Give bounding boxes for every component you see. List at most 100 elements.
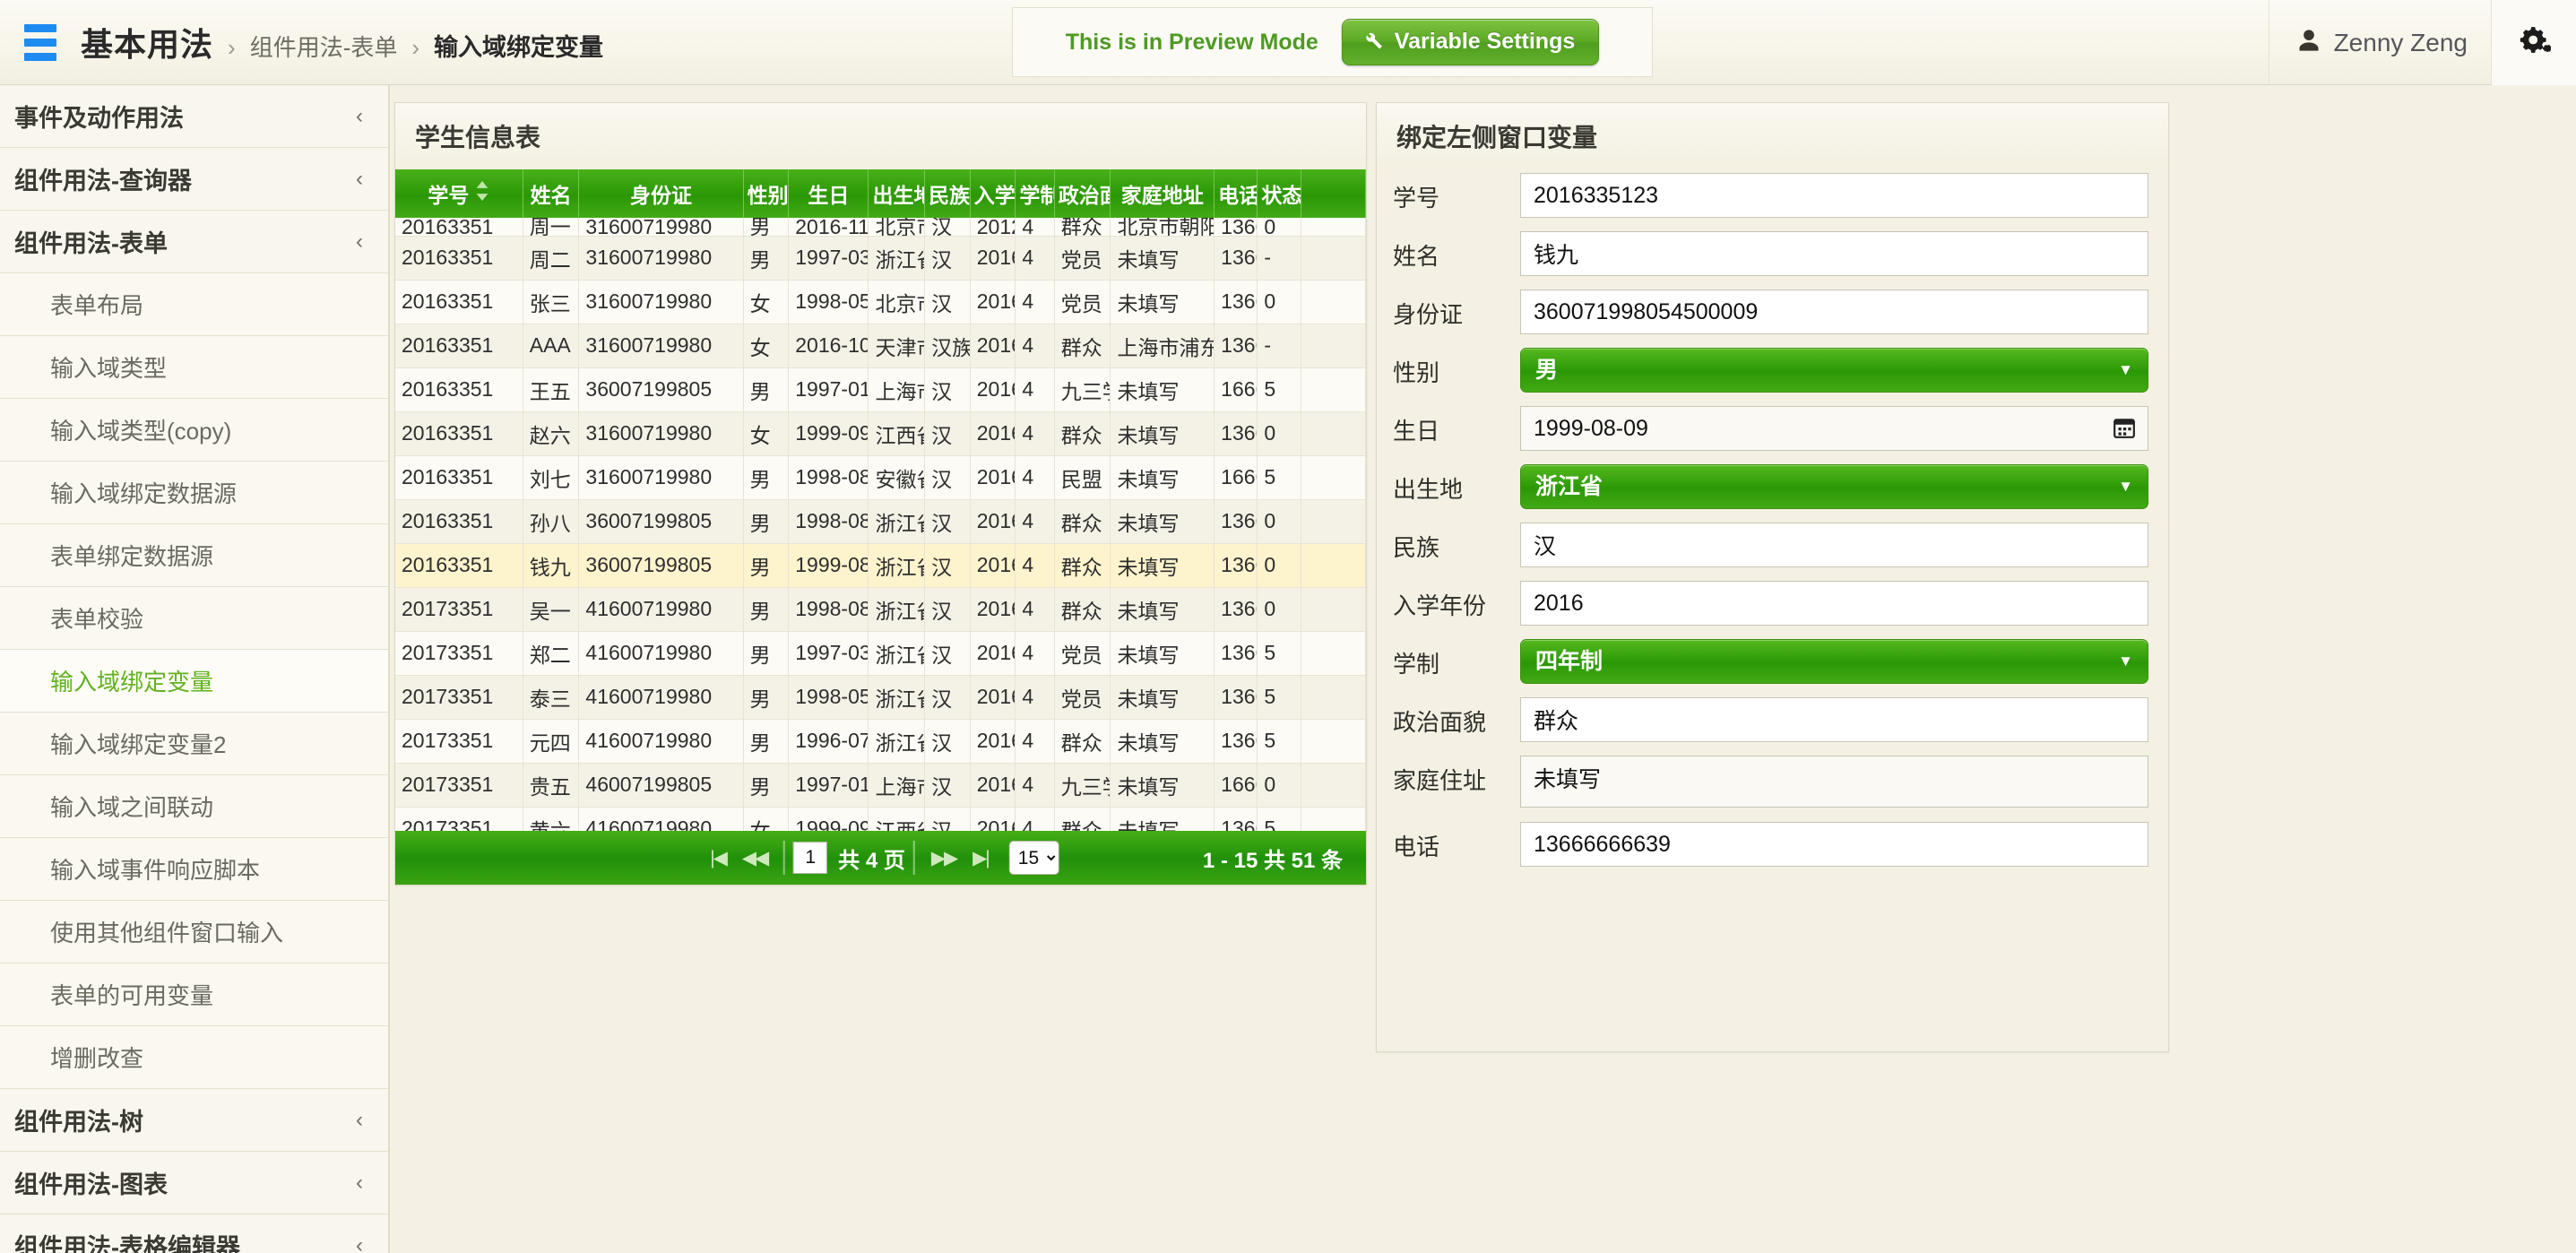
table-row[interactable]: 20163351王五36007199805男1997-01上海市汉20164九三… xyxy=(395,367,1366,411)
table-cell: 浙江省 xyxy=(869,631,925,675)
sidebar-item-label: 表单布局 xyxy=(50,288,143,321)
table-col-header-7[interactable]: 入学年 xyxy=(970,169,1016,218)
variable-settings-button[interactable]: Variable Settings xyxy=(1342,19,1599,65)
table-pagination-bar[interactable]: |◀ ◀◀ 共 4 页 ▶▶ ▶| 15 1 - 15 共 51 条 xyxy=(395,831,1366,885)
table-row[interactable]: 20173351泰三41600719980男1998-05浙江省汉20164党员… xyxy=(395,675,1366,719)
bound-variable-form-panel: 绑定左侧窗口变量 学号姓名身份证性别男▼生日出生地浙江省▼民族入学年份学制四年制… xyxy=(1376,102,2169,1052)
table-cell: 5 xyxy=(1258,367,1301,411)
form-select-性别[interactable]: 男▼ xyxy=(1520,348,2148,393)
sidebar-group-1[interactable]: 组件用法-查询器‹ xyxy=(0,148,388,211)
form-input-姓名[interactable] xyxy=(1520,231,2148,276)
form-select-出生地[interactable]: 浙江省▼ xyxy=(1520,464,2148,509)
table-cell: 41600719980 xyxy=(579,631,743,675)
table-row[interactable]: 20173351郑二41600719980男1997-03浙江省汉20164党员… xyxy=(395,631,1366,675)
table-body[interactable]: 20163351周一31600719980男2016-11北京市汉20124群众… xyxy=(395,218,1366,851)
sidebar-item-15[interactable]: 增删改查 xyxy=(0,1026,388,1089)
table-cell: 0 xyxy=(1258,763,1301,807)
table-cell: 男 xyxy=(743,543,789,587)
table-col-header-1[interactable]: 姓名 xyxy=(523,169,579,218)
table-cell: 1366 xyxy=(1215,236,1258,280)
table-cell: 41600719980 xyxy=(579,719,743,763)
next-page-icon[interactable]: ▶▶ xyxy=(923,847,964,869)
prev-page-icon[interactable]: ◀◀ xyxy=(734,847,775,869)
table-cell-spacer xyxy=(1301,499,1365,543)
table-col-header-9[interactable]: 政治面 xyxy=(1054,169,1111,218)
table-row[interactable]: 20163351张三31600719980女1998-05北京市汉20164党员… xyxy=(395,280,1366,324)
table-row[interactable]: 20173351元四41600719980男1996-07浙江省汉20164群众… xyxy=(395,719,1366,763)
sort-arrows-icon[interactable] xyxy=(475,181,489,206)
table-row[interactable]: 20173351吴一41600719980男1998-08浙江省汉20164群众… xyxy=(395,587,1366,631)
sidebar-item-13[interactable]: 使用其他组件窗口输入 xyxy=(0,901,388,964)
sidebar-item-label: 输入域类型 xyxy=(50,350,167,384)
form-input-学号[interactable] xyxy=(1520,173,2148,218)
sidebar-item-7[interactable]: 表单绑定数据源 xyxy=(0,524,388,587)
sidebar-item-12[interactable]: 输入域事件响应脚本 xyxy=(0,838,388,901)
form-input-身份证[interactable] xyxy=(1520,289,2148,334)
sidebar-item-3[interactable]: 表单布局 xyxy=(0,273,388,336)
table-row[interactable]: 20163351赵六31600719980女1999-09江西省汉20164群众… xyxy=(395,411,1366,455)
table-cell: 上海市 xyxy=(869,367,925,411)
table-cell: 20173351 xyxy=(395,631,523,675)
breadcrumb-root[interactable]: 基本用法 xyxy=(81,19,213,65)
student-table-panel: 学生信息表 学号姓名身份证性别生日出生地民族入学年学制政治面家庭地址电话状态 2… xyxy=(394,102,1367,886)
sidebar-group-0[interactable]: 事件及动作用法‹ xyxy=(0,85,388,148)
form-field-label: 入学年份 xyxy=(1377,581,1520,631)
hamburger-menu-icon[interactable] xyxy=(13,0,68,85)
form-input-入学年份[interactable] xyxy=(1520,581,2148,626)
form-input-民族[interactable] xyxy=(1520,523,2148,567)
form-date-wrapper xyxy=(1520,406,2148,451)
table-col-header-4[interactable]: 生日 xyxy=(789,169,869,218)
page-number-input[interactable] xyxy=(793,842,827,874)
form-input-政治面貌[interactable] xyxy=(1520,697,2148,742)
sidebar-item-8[interactable]: 表单校验 xyxy=(0,587,388,650)
table-row[interactable]: 20163351周二31600719980男1997-03浙江省汉20164党员… xyxy=(395,236,1366,280)
sidebar-group-2[interactable]: 组件用法-表单‹ xyxy=(0,211,388,273)
first-page-icon[interactable]: |◀ xyxy=(702,847,734,869)
table-row[interactable]: 20163351钱九36007199805男1999-08浙江省汉20164群众… xyxy=(395,543,1366,587)
table-col-header-0[interactable]: 学号 xyxy=(395,169,523,218)
table-col-header-3[interactable]: 性别 xyxy=(743,169,789,218)
sidebar-item-4[interactable]: 输入域类型 xyxy=(0,336,388,399)
table-row[interactable]: 20163351刘七31600719980男1998-08安徽省汉20164民盟… xyxy=(395,455,1366,499)
sidebar-group-16[interactable]: 组件用法-树‹ xyxy=(0,1089,388,1152)
sidebar-item-9[interactable]: 输入域绑定变量 xyxy=(0,650,388,713)
last-page-icon[interactable]: ▶| xyxy=(964,847,997,869)
table-cell: 2012 xyxy=(970,218,1016,236)
table-row[interactable]: 20163351周一31600719980男2016-11北京市汉20124群众… xyxy=(395,218,1366,236)
table-cell: 汉 xyxy=(925,719,971,763)
table-col-header-11[interactable]: 电话 xyxy=(1215,169,1258,218)
sidebar-item-10[interactable]: 输入域绑定变量2 xyxy=(0,713,388,775)
table-cell: 郑二 xyxy=(523,631,579,675)
calendar-icon[interactable] xyxy=(2113,416,2136,445)
sidebar-group-label: 组件用法-图表 xyxy=(14,1165,168,1200)
table-cell: 党员 xyxy=(1054,280,1111,324)
form-date-input-生日[interactable] xyxy=(1520,406,2148,451)
user-menu[interactable]: Zenny Zeng xyxy=(2269,0,2491,85)
table-cell: 1998-08 xyxy=(789,499,869,543)
sidebar-item-14[interactable]: 表单的可用变量 xyxy=(0,964,388,1026)
table-row[interactable]: 20173351贵五46007199805男1997-01上海市汉20164九三… xyxy=(395,763,1366,807)
table-row[interactable]: 20163351AAA31600719980女2016-10天津市汉族20164… xyxy=(395,324,1366,367)
form-textarea-家庭住址[interactable] xyxy=(1520,756,2148,808)
table-cell: 5 xyxy=(1258,719,1301,763)
form-select-学制[interactable]: 四年制▼ xyxy=(1520,639,2148,684)
table-col-header-2[interactable]: 身份证 xyxy=(579,169,743,218)
table-col-header-5[interactable]: 出生地 xyxy=(869,169,925,218)
settings-button[interactable] xyxy=(2491,0,2576,85)
table-row[interactable]: 20163351孙八36007199805男1998-08浙江省汉20164群众… xyxy=(395,499,1366,543)
table-col-header-6[interactable]: 民族 xyxy=(925,169,971,218)
table-col-header-10[interactable]: 家庭地址 xyxy=(1111,169,1215,218)
sidebar-navigation[interactable]: 事件及动作用法‹组件用法-查询器‹组件用法-表单‹ 表单布局输入域类型输入域类型(… xyxy=(0,85,390,1253)
page-size-select[interactable]: 15 xyxy=(1009,841,1059,875)
table-col-header-12[interactable]: 状态 xyxy=(1258,169,1301,218)
breadcrumb-middle[interactable]: 组件用法-表单 xyxy=(250,30,398,63)
sidebar-group-17[interactable]: 组件用法-图表‹ xyxy=(0,1152,388,1214)
sidebar-group-18[interactable]: 组件用法-表格编辑器‹ xyxy=(0,1214,388,1253)
sidebar-item-11[interactable]: 输入域之间联动 xyxy=(0,775,388,838)
student-table-scroll-area[interactable]: 学号姓名身份证性别生日出生地民族入学年学制政治面家庭地址电话状态 2016335… xyxy=(395,169,1366,885)
form-input-电话[interactable] xyxy=(1520,822,2148,867)
table-cell: 汉 xyxy=(925,218,971,236)
table-col-header-8[interactable]: 学制 xyxy=(1016,169,1054,218)
sidebar-item-5[interactable]: 输入域类型(copy) xyxy=(0,399,388,462)
sidebar-item-6[interactable]: 输入域绑定数据源 xyxy=(0,462,388,524)
